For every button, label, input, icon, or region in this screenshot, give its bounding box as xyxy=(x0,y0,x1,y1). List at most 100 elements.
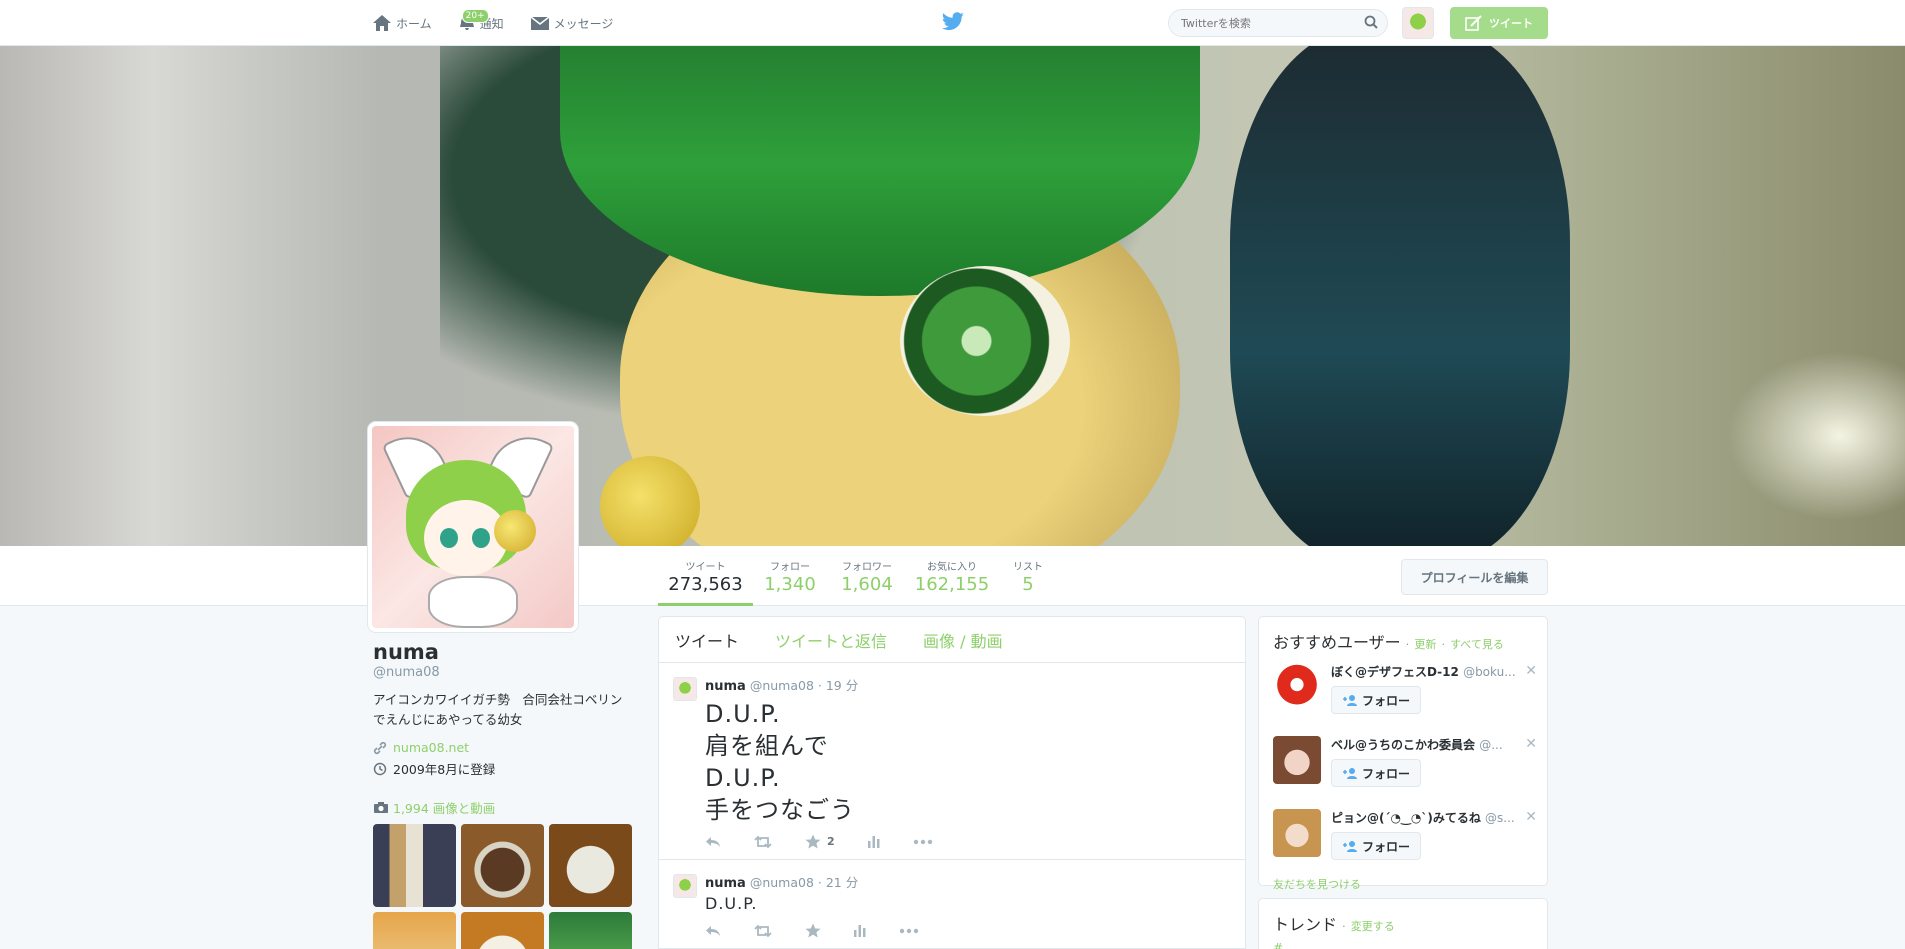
twitter-bird-icon[interactable] xyxy=(941,12,965,32)
tweet-avatar[interactable] xyxy=(673,677,697,701)
media-thumbnail[interactable] xyxy=(373,912,456,949)
nav-home[interactable]: ホーム xyxy=(372,0,432,46)
stat-favorites[interactable]: お気に入り 162,155 xyxy=(912,546,992,606)
tweet-avatar[interactable] xyxy=(673,874,697,898)
tweet-actions: 2 xyxy=(705,834,1229,849)
suggested-user-avatar[interactable] xyxy=(1273,736,1321,784)
more-button[interactable] xyxy=(899,928,919,934)
tab-media[interactable]: 画像 / 動画 xyxy=(923,628,1003,652)
reply-button[interactable] xyxy=(705,836,721,848)
suggested-user-name[interactable]: ピョン@(´◔‿◔`)みてるね @s... xyxy=(1331,809,1527,826)
change-trends-link[interactable]: 変更する xyxy=(1351,920,1395,933)
analytics-button[interactable] xyxy=(867,835,881,848)
tweet[interactable]: numa @numa08 · 19 分 D.U.P. 肩を組んで D.U.P. … xyxy=(659,663,1245,860)
who-to-follow-title: おすすめユーザー · 更新 · すべて見る xyxy=(1273,629,1533,653)
suggested-user-display-name[interactable]: ベル@うちのこかわ委員会 xyxy=(1331,738,1475,752)
tweet-time[interactable]: · 21 分 xyxy=(818,875,858,890)
reply-icon xyxy=(706,836,720,847)
suggested-user-handle[interactable]: @s... xyxy=(1485,811,1515,825)
follow-icon xyxy=(1342,841,1357,852)
search-input[interactable] xyxy=(1168,9,1388,37)
tweet-time[interactable]: · 19 分 xyxy=(818,678,858,693)
search-icon[interactable] xyxy=(1364,15,1378,29)
account-avatar[interactable] xyxy=(1402,7,1434,39)
banner-shape xyxy=(900,266,1070,416)
camera-icon xyxy=(374,802,388,813)
follow-button[interactable]: フォロー xyxy=(1331,759,1421,787)
banner-shape xyxy=(1230,46,1570,546)
media-thumbnail[interactable] xyxy=(461,824,544,907)
more-icon xyxy=(899,928,919,933)
profile-avatar[interactable] xyxy=(368,422,578,632)
retweet-button[interactable] xyxy=(753,924,773,937)
timeline-tabs: ツイート ツイートと返信 画像 / 動画 xyxy=(659,617,1245,663)
edit-profile-button[interactable]: プロフィールを編集 xyxy=(1401,559,1548,595)
suggested-user-avatar[interactable] xyxy=(1273,809,1321,857)
suggested-user-display-name[interactable]: ぼく@デザフェスD-12 xyxy=(1331,665,1459,679)
suggested-user-name[interactable]: ベル@うちのこかわ委員会 @... xyxy=(1331,736,1527,753)
tab-tweets-and-replies[interactable]: ツイートと返信 xyxy=(775,628,887,652)
refresh-link[interactable]: 更新 xyxy=(1414,638,1436,651)
stat-following[interactable]: フォロー 1,340 xyxy=(760,546,820,606)
avatar-shape xyxy=(494,510,536,552)
view-all-link[interactable]: すべて見る xyxy=(1450,638,1504,651)
separator: · xyxy=(1441,638,1445,651)
suggested-user-handle[interactable]: @... xyxy=(1479,738,1502,752)
analytics-button[interactable] xyxy=(853,924,867,937)
dismiss-icon[interactable]: ✕ xyxy=(1525,736,1537,752)
follow-button[interactable]: フォロー xyxy=(1331,832,1421,860)
suggested-user-name[interactable]: ぼく@デザフェスD-12 @boku... xyxy=(1331,663,1527,680)
follow-icon xyxy=(1342,768,1357,779)
tweet-author-name[interactable]: numa xyxy=(705,876,746,891)
tweet-line: D.U.P. xyxy=(705,894,758,913)
follow-button[interactable]: フォロー xyxy=(1331,686,1421,714)
media-thumbnail[interactable] xyxy=(549,912,632,949)
reply-button[interactable] xyxy=(705,925,721,937)
analytics-icon xyxy=(867,836,880,848)
stat-tweets[interactable]: ツイート 273,563 xyxy=(658,546,753,606)
stat-value: 1,340 xyxy=(764,574,816,595)
follow-button-label: フォロー xyxy=(1361,766,1410,781)
retweet-button[interactable] xyxy=(753,835,773,848)
tweet-author-name[interactable]: numa xyxy=(705,679,746,694)
profile-handle[interactable]: @numa08 xyxy=(373,665,633,680)
profile-stats-bar: ツイート 273,563 フォロー 1,340 フォロワー 1,604 お気に入… xyxy=(0,546,1905,606)
stat-label: フォロー xyxy=(770,562,810,573)
analytics-icon xyxy=(854,925,866,937)
stat-label: フォロワー xyxy=(842,562,892,573)
stat-value: 5 xyxy=(1022,574,1034,595)
profile-website[interactable]: numa08.net xyxy=(373,740,633,755)
favorite-button[interactable] xyxy=(805,923,821,938)
stat-lists[interactable]: リスト 5 xyxy=(1002,546,1054,606)
find-friends-link[interactable]: 友だちを見つける xyxy=(1273,876,1533,892)
tab-tweets[interactable]: ツイート xyxy=(675,628,739,652)
tweet-author-handle[interactable]: @numa08 xyxy=(750,875,814,890)
dismiss-icon[interactable]: ✕ xyxy=(1525,663,1537,679)
tweet-line: D.U.P. xyxy=(705,764,781,792)
suggested-user: ベル@うちのこかわ委員会 @... フォロー ✕ xyxy=(1273,736,1537,799)
tweet-text: D.U.P. 肩を組んで D.U.P. 手をつなごう xyxy=(705,698,1229,826)
media-thumbnail[interactable] xyxy=(461,912,544,949)
profile-bio: アイコンカワイイガチ勢 合同会社コベリンでえんじにあやってる幼女 xyxy=(373,692,623,727)
stat-followers[interactable]: フォロワー 1,604 xyxy=(832,546,902,606)
compose-tweet-button[interactable]: ツイート xyxy=(1450,7,1548,39)
more-button[interactable] xyxy=(913,839,933,845)
profile-name[interactable]: numa xyxy=(373,640,633,664)
dismiss-icon[interactable]: ✕ xyxy=(1525,809,1537,825)
suggested-user-display-name[interactable]: ピョン@(´◔‿◔`)みてるね xyxy=(1331,811,1481,825)
trend-item[interactable]: #... xyxy=(1273,941,1533,949)
media-thumbnail[interactable] xyxy=(549,824,632,907)
nav-notifications[interactable]: 通知 20+ xyxy=(458,0,504,46)
nav-messages[interactable]: メッセージ xyxy=(530,0,613,46)
profile-website-text[interactable]: numa08.net xyxy=(393,740,469,755)
profile-header-image xyxy=(0,46,1905,546)
tweet[interactable]: numa @numa08 · 21 分 D.U.P. xyxy=(659,860,1245,949)
tweet-author-handle[interactable]: @numa08 xyxy=(750,678,814,693)
media-thumbnail[interactable] xyxy=(373,824,456,907)
who-to-follow: おすすめユーザー · 更新 · すべて見る ぼく@デザフェスD-12 @boku… xyxy=(1258,616,1548,891)
favorite-button[interactable]: 2 xyxy=(805,834,835,849)
media-link[interactable]: 1,994 画像と動画 xyxy=(373,798,633,817)
tweet-header: numa @numa08 · 19 分 xyxy=(705,675,1229,694)
suggested-user-handle[interactable]: @boku... xyxy=(1463,665,1516,679)
suggested-user-avatar[interactable] xyxy=(1273,663,1321,711)
